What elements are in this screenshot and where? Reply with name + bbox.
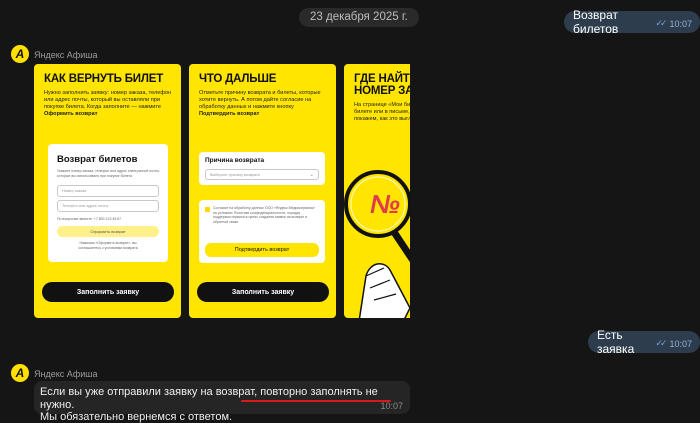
fill-request-button[interactable]: Заполнить заявку	[197, 282, 329, 302]
message-text: Если вы уже отправили заявку на возврат,…	[40, 386, 378, 423]
message-text: Возврат билетов	[573, 8, 619, 36]
checkbox-checked-icon	[205, 207, 210, 212]
form-title: Возврат билетов	[57, 154, 138, 165]
read-checkmarks-icon: ✓✓	[655, 18, 667, 28]
magnifier-illustration	[344, 170, 410, 318]
support-phone: По вопросам звоните: +7 800 123 45 67	[57, 217, 122, 221]
read-checkmarks-icon: ✓✓	[655, 338, 667, 348]
message-time: 10:07	[669, 18, 692, 29]
avatar[interactable]: А	[11, 364, 29, 382]
message-meta: ✓✓ 10:07	[655, 338, 692, 349]
message-time: 10:07	[380, 401, 403, 411]
consent-text: Согласие на обработку данных ООО «Яндекс…	[213, 206, 316, 224]
reason-label: Причина возврата	[205, 157, 265, 164]
card-description: Отметьте причину возврата и билеты, кото…	[199, 90, 321, 117]
incoming-message[interactable]: Если вы уже отправили заявку на возврат,…	[34, 381, 410, 423]
card-title: ГДЕ НАЙТИ НОМЕР ЗАКАЗА	[354, 73, 410, 97]
return-form-mockup: Возврат билетов Укажите номер заказа, те…	[48, 144, 168, 262]
contact-field: Телефон или адрес почты	[57, 200, 159, 212]
date-divider: 23 декабря 2025 г.	[299, 8, 419, 27]
card-where-order-number[interactable]: ГДЕ НАЙТИ НОМЕР ЗАКАЗА На странице «Мои …	[344, 64, 410, 318]
message-meta: ✓✓ 10:07	[655, 18, 692, 29]
card-description: Нужно заполнить заявку: номер заказа, те…	[44, 90, 172, 117]
reason-select: Выберите причину возврата ⌄	[205, 169, 319, 180]
avatar[interactable]: А	[11, 45, 29, 63]
image-carousel[interactable]: КАК ВЕРНУТЬ БИЛЕТ Нужно заполнить заявку…	[34, 64, 410, 318]
chevron-down-icon: ⌄	[309, 171, 314, 178]
message-text: Есть заявка	[597, 328, 635, 356]
order-number-field: Номер заказа	[57, 185, 159, 197]
form-submit-button: Оформить возврат	[57, 226, 159, 237]
fill-request-button[interactable]: Заполнить заявку	[42, 282, 174, 302]
form-hint: Укажите номер заказа, телефон или адрес …	[57, 169, 160, 178]
card-title: КАК ВЕРНУТЬ БИЛЕТ	[44, 73, 164, 85]
outgoing-message[interactable]: Возврат билетов ✓✓ 10:07	[564, 8, 700, 36]
form-note: Нажимая «Оформить возврат», вы соглашает…	[78, 241, 138, 250]
reason-form-mockup: Причина возврата Выберите причину возвра…	[199, 152, 325, 185]
confirm-return-button: Подтвердить возврат	[205, 243, 319, 257]
card-description: На странице «Мои билеты» в билете или в …	[354, 102, 410, 122]
message-time: 10:07	[669, 338, 692, 349]
card-how-to-return[interactable]: КАК ВЕРНУТЬ БИЛЕТ Нужно заполнить заявку…	[34, 64, 181, 318]
card-what-next[interactable]: ЧТО ДАЛЬШЕ Отметьте причину возврата и б…	[189, 64, 336, 318]
card-title: ЧТО ДАЛЬШЕ	[199, 73, 277, 85]
red-underline-annotation	[241, 400, 391, 402]
number-sign-badge: №	[370, 189, 400, 219]
sender-name[interactable]: Яндекс Афиша	[34, 369, 98, 379]
consent-form-mockup: Согласие на обработку данных ООО «Яндекс…	[199, 200, 325, 263]
sender-name[interactable]: Яндекс Афиша	[34, 50, 98, 60]
outgoing-message[interactable]: Есть заявка ✓✓ 10:07	[588, 328, 700, 356]
